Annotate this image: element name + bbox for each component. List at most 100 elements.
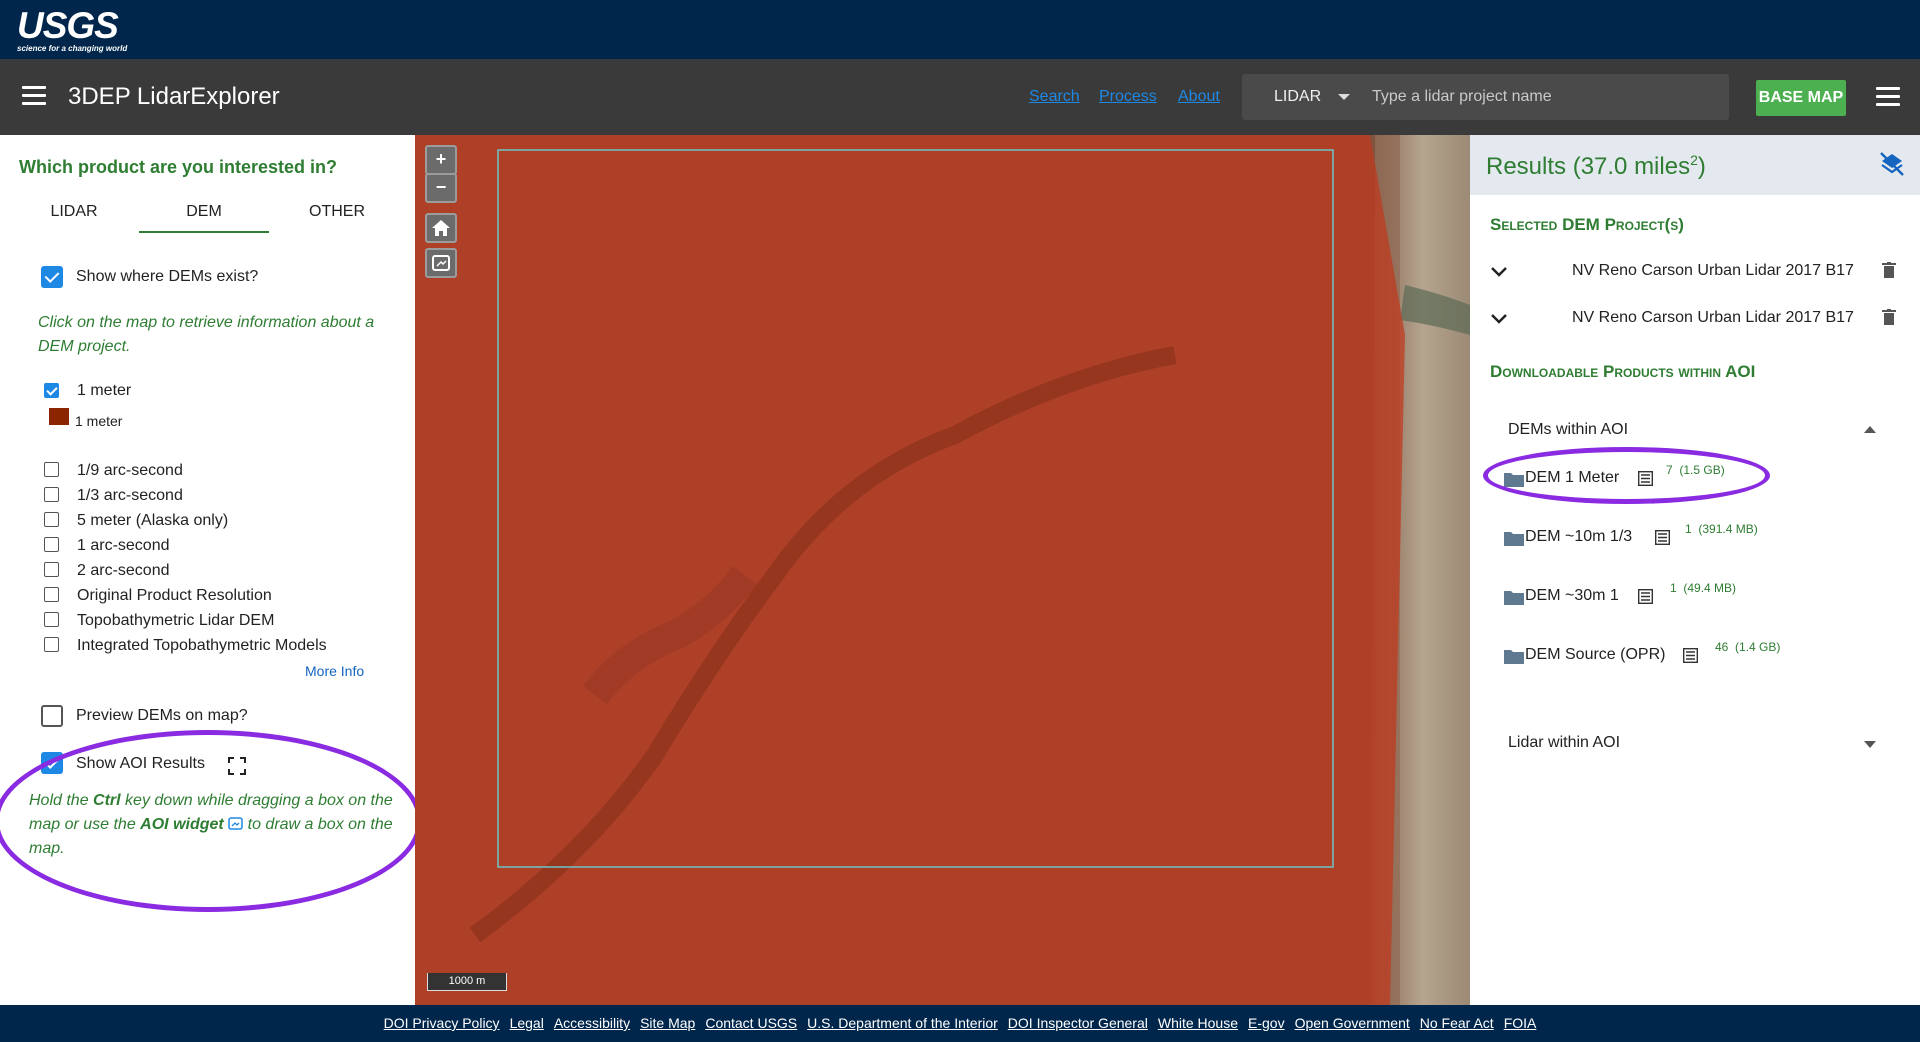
product-count-value: 46 (1715, 640, 1729, 654)
show-dems-label: Show where DEMs exist? (76, 268, 259, 285)
resolution-checkbox[interactable] (44, 562, 59, 577)
aoi-widget-icon (228, 817, 243, 830)
nav-link-search[interactable]: Search (1029, 88, 1080, 106)
legend-swatch (49, 408, 69, 425)
caret-up-icon[interactable] (1864, 426, 1876, 433)
resolution-label: Integrated Topobathymetric Models (77, 637, 327, 654)
fullscreen-icon[interactable] (228, 757, 246, 775)
results-header: Results (37.0 miles2) (1470, 135, 1920, 195)
project-row: NV Reno Carson Urban Lidar 2017 B17 (1490, 307, 1900, 337)
footer-link[interactable]: No Fear Act (1420, 1015, 1494, 1031)
show-dems-checkbox[interactable] (41, 266, 63, 288)
product-name[interactable]: DEM ~30m 1 (1525, 587, 1619, 605)
footer-link[interactable]: FOIA (1504, 1015, 1537, 1031)
menu-icon[interactable] (1876, 87, 1900, 107)
usgs-header: USGS science for a changing world (0, 0, 1920, 59)
nav-link-about[interactable]: About (1178, 88, 1220, 106)
footer-link[interactable]: White House (1158, 1015, 1238, 1031)
folder-icon[interactable] (1504, 530, 1524, 546)
aoi-help-text: Hold the Ctrl key down while dragging a … (29, 789, 399, 861)
active-tab-indicator (139, 231, 269, 233)
lidar-within-aoi-heading[interactable]: Lidar within AOI (1508, 734, 1620, 752)
preview-dems-label: Preview DEMs on map? (76, 707, 248, 724)
product-size: (391.4 MB) (1698, 522, 1758, 536)
layers-off-icon[interactable] (1878, 150, 1906, 178)
dem-instruction-text: Click on the map to retrieve information… (38, 314, 375, 355)
usgs-tagline: science for a changing world (17, 44, 128, 53)
tab-other[interactable]: OTHER (272, 203, 402, 221)
resolution-label: 1/3 arc-second (77, 487, 183, 504)
aoi-help-part: Hold the (29, 792, 94, 809)
chevron-down-icon[interactable] (1490, 266, 1508, 278)
aoi-widget-button[interactable] (425, 248, 457, 278)
show-aoi-label: Show AOI Results (76, 755, 205, 772)
chevron-down-icon[interactable] (1490, 313, 1508, 325)
footer-link[interactable]: Site Map (640, 1015, 695, 1031)
zoom-out-button[interactable]: − (425, 173, 457, 203)
legend-label: 1 meter (75, 413, 123, 429)
dem-coverage-overlay (415, 135, 1405, 1005)
resolution-label: 1/9 arc-second (77, 462, 183, 479)
list-icon[interactable] (1683, 648, 1698, 663)
dems-within-aoi-heading[interactable]: DEMs within AOI (1508, 421, 1628, 439)
preview-dems-checkbox[interactable] (41, 705, 63, 727)
zoom-in-button[interactable]: + (425, 145, 457, 175)
product-name[interactable]: DEM 1 Meter (1525, 469, 1619, 487)
caret-down-icon[interactable] (1864, 741, 1876, 748)
trash-icon[interactable] (1882, 262, 1896, 279)
list-icon[interactable] (1638, 589, 1653, 604)
nav-link-process[interactable]: Process (1099, 88, 1157, 106)
footer-link[interactable]: DOI Inspector General (1008, 1015, 1148, 1031)
product-count-value: 7 (1666, 463, 1673, 477)
ctrl-key-text: Ctrl (93, 792, 121, 809)
footer-link[interactable]: Accessibility (554, 1015, 630, 1031)
footer-link[interactable]: Legal (510, 1015, 544, 1031)
product-count: 1 (391.4 MB) (1685, 522, 1758, 536)
show-aoi-checkbox[interactable] (41, 752, 63, 774)
project-name[interactable]: NV Reno Carson Urban Lidar 2017 B17 (1572, 262, 1854, 280)
selected-projects-heading: Selected DEM Project(s) (1490, 215, 1684, 234)
resolution-checkbox[interactable] (44, 512, 59, 527)
product-size: (1.5 GB) (1679, 463, 1725, 477)
project-search-input[interactable] (1372, 74, 1722, 120)
app-bar: 3DEP LidarExplorer Search Process About … (0, 59, 1920, 135)
tab-dem[interactable]: DEM (139, 203, 269, 221)
footer-link[interactable]: Contact USGS (705, 1015, 797, 1031)
resolution-checkbox[interactable] (44, 612, 59, 627)
folder-icon[interactable] (1504, 589, 1524, 605)
home-button[interactable] (425, 213, 457, 243)
app-title: 3DEP LidarExplorer (68, 83, 280, 110)
hamburger-menu-icon[interactable] (22, 86, 46, 106)
footer-link[interactable]: E-gov (1248, 1015, 1285, 1031)
project-name[interactable]: NV Reno Carson Urban Lidar 2017 B17 (1572, 309, 1854, 327)
tab-lidar[interactable]: LIDAR (9, 203, 139, 221)
resolution-checkbox[interactable] (44, 462, 59, 477)
folder-icon[interactable] (1504, 648, 1524, 664)
footer-link[interactable]: U.S. Department of the Interior (807, 1015, 998, 1031)
caret-down-icon[interactable] (1338, 94, 1350, 100)
more-info-link[interactable]: More Info (305, 663, 364, 679)
resolution-label: Original Product Resolution (77, 587, 272, 604)
product-count: 46 (1.4 GB) (1715, 640, 1780, 654)
product-name[interactable]: DEM ~10m 1/3 (1525, 528, 1632, 546)
resolution-checkbox[interactable] (44, 487, 59, 502)
footer-link[interactable]: DOI Privacy Policy (384, 1015, 500, 1031)
results-title-sup: 2 (1690, 152, 1698, 168)
basemap-button[interactable]: BASE MAP (1756, 80, 1846, 116)
resolution-checkbox[interactable] (44, 587, 59, 602)
product-name[interactable]: DEM Source (OPR) (1525, 646, 1665, 664)
folder-icon[interactable] (1504, 471, 1524, 487)
list-icon[interactable] (1638, 471, 1653, 486)
resolution-checkbox[interactable] (44, 637, 59, 652)
resolution-label: 2 arc-second (77, 562, 170, 579)
resolution-label: Topobathymetric Lidar DEM (77, 612, 275, 629)
aoi-widget-text: AOI widget (140, 816, 224, 833)
map-view[interactable]: + − 1000 m (415, 135, 1470, 1005)
resolution-checkbox[interactable] (44, 537, 59, 552)
list-icon[interactable] (1655, 530, 1670, 545)
left-panel: Which product are you interested in? LID… (0, 135, 415, 1005)
one-meter-checkbox[interactable] (44, 383, 59, 398)
usgs-logo[interactable]: USGS science for a changing world (17, 7, 128, 53)
trash-icon[interactable] (1882, 309, 1896, 326)
footer-link[interactable]: Open Government (1295, 1015, 1410, 1031)
